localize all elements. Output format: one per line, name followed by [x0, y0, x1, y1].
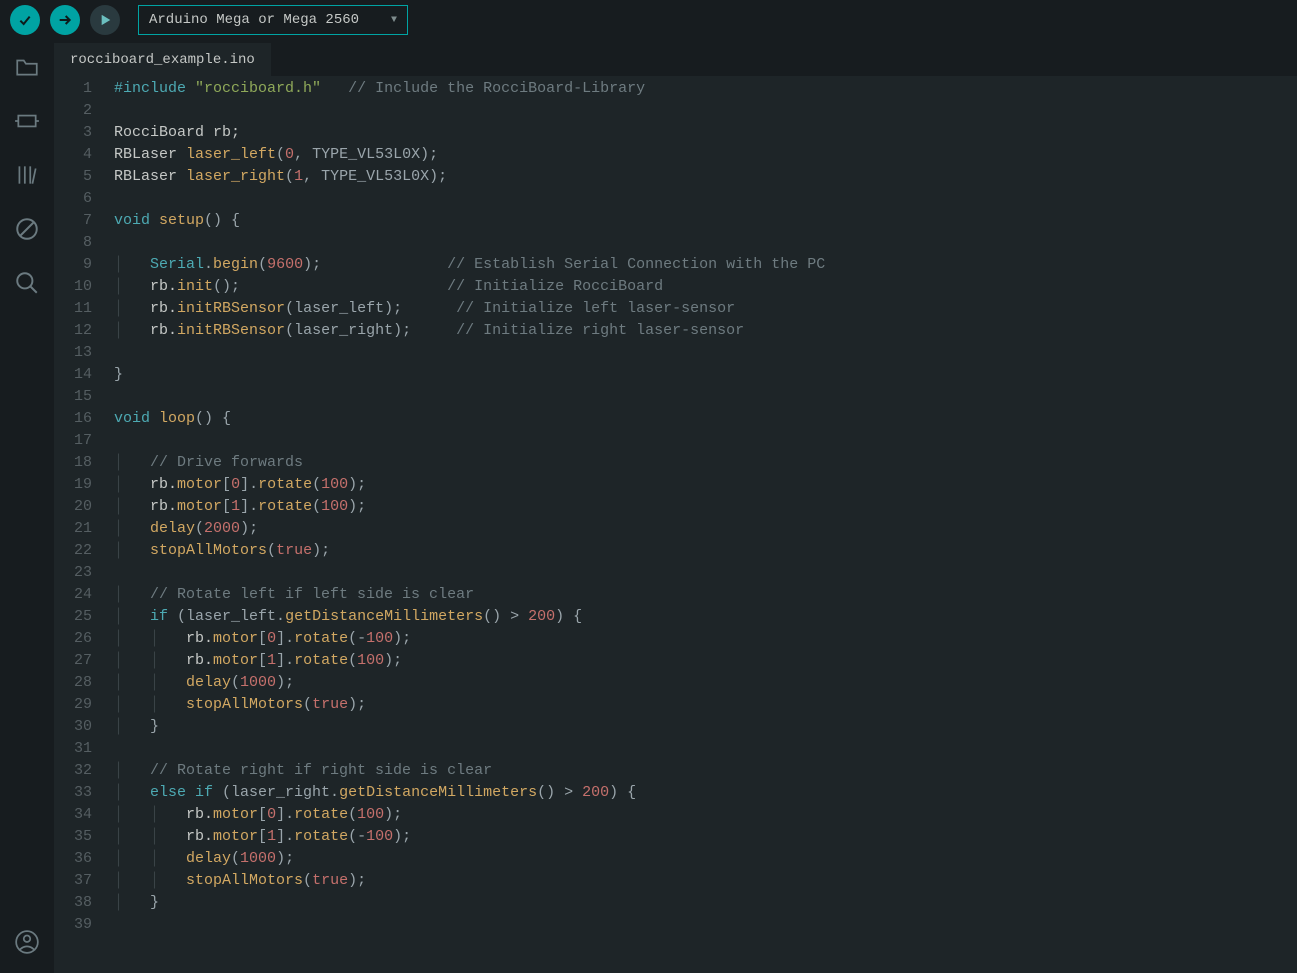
- code-line[interactable]: │ │ stopAllMotors(true);: [114, 870, 1297, 892]
- code-line[interactable]: RocciBoard rb;: [114, 122, 1297, 144]
- code-line[interactable]: [114, 914, 1297, 936]
- code-line[interactable]: │ │ delay(1000);: [114, 672, 1297, 694]
- code-line[interactable]: RBLaser laser_right(1, TYPE_VL53L0X);: [114, 166, 1297, 188]
- code-line[interactable]: │ │ rb.motor[1].rotate(100);: [114, 650, 1297, 672]
- code-line[interactable]: │ rb.init(); // Initialize RocciBoard: [114, 276, 1297, 298]
- code-line[interactable]: │ │ rb.motor[1].rotate(-100);: [114, 826, 1297, 848]
- code-line[interactable]: [114, 430, 1297, 452]
- code-content[interactable]: #include "rocciboard.h" // Include the R…: [114, 78, 1297, 973]
- code-line[interactable]: [114, 738, 1297, 760]
- code-line[interactable]: │ │ stopAllMotors(true);: [114, 694, 1297, 716]
- code-line[interactable]: │ rb.motor[1].rotate(100);: [114, 496, 1297, 518]
- code-line[interactable]: [114, 232, 1297, 254]
- code-line[interactable]: │ delay(2000);: [114, 518, 1297, 540]
- code-line[interactable]: │ │ rb.motor[0].rotate(-100);: [114, 628, 1297, 650]
- folder-icon[interactable]: [14, 54, 40, 80]
- code-line[interactable]: │ rb.motor[0].rotate(100);: [114, 474, 1297, 496]
- board-select[interactable]: Arduino Mega or Mega 2560 ▼: [138, 5, 408, 35]
- code-line[interactable]: }: [114, 364, 1297, 386]
- code-line[interactable]: [114, 342, 1297, 364]
- tab-bar: rocciboard_example.ino: [54, 40, 1297, 76]
- board-select-label: Arduino Mega or Mega 2560: [149, 12, 359, 28]
- code-line[interactable]: │ else if (laser_right.getDistanceMillim…: [114, 782, 1297, 804]
- code-line[interactable]: void setup() {: [114, 210, 1297, 232]
- code-line[interactable]: [114, 188, 1297, 210]
- verify-button[interactable]: [10, 5, 40, 35]
- code-line[interactable]: │ // Rotate right if right side is clear: [114, 760, 1297, 782]
- code-line[interactable]: │ // Drive forwards: [114, 452, 1297, 474]
- search-icon[interactable]: [14, 270, 40, 296]
- profile-icon[interactable]: [14, 929, 40, 955]
- toolbar: Arduino Mega or Mega 2560 ▼: [0, 0, 1297, 40]
- debug-button[interactable]: [90, 5, 120, 35]
- code-line[interactable]: #include "rocciboard.h" // Include the R…: [114, 78, 1297, 100]
- code-line[interactable]: │ }: [114, 716, 1297, 738]
- line-gutter: 1234567891011121314151617181920212223242…: [54, 78, 114, 973]
- upload-button[interactable]: [50, 5, 80, 35]
- code-line[interactable]: RBLaser laser_left(0, TYPE_VL53L0X);: [114, 144, 1297, 166]
- code-line[interactable]: [114, 100, 1297, 122]
- tab-file[interactable]: rocciboard_example.ino: [54, 43, 271, 76]
- disabled-icon[interactable]: [14, 216, 40, 242]
- code-line[interactable]: │ │ delay(1000);: [114, 848, 1297, 870]
- code-line[interactable]: │ rb.initRBSensor(laser_right); // Initi…: [114, 320, 1297, 342]
- code-line[interactable]: │ }: [114, 892, 1297, 914]
- code-line[interactable]: void loop() {: [114, 408, 1297, 430]
- code-line[interactable]: │ // Rotate left if left side is clear: [114, 584, 1297, 606]
- chevron-down-icon: ▼: [391, 15, 397, 26]
- code-line[interactable]: [114, 562, 1297, 584]
- code-line[interactable]: │ Serial.begin(9600); // Establish Seria…: [114, 254, 1297, 276]
- code-line[interactable]: │ │ rb.motor[0].rotate(100);: [114, 804, 1297, 826]
- code-line[interactable]: │ if (laser_left.getDistanceMillimeters(…: [114, 606, 1297, 628]
- boards-icon[interactable]: [14, 108, 40, 134]
- code-line[interactable]: │ stopAllMotors(true);: [114, 540, 1297, 562]
- code-line[interactable]: [114, 386, 1297, 408]
- library-icon[interactable]: [14, 162, 40, 188]
- sidebar: [0, 40, 54, 973]
- code-editor[interactable]: 1234567891011121314151617181920212223242…: [54, 76, 1297, 973]
- code-line[interactable]: │ rb.initRBSensor(laser_left); // Initia…: [114, 298, 1297, 320]
- tab-file-label: rocciboard_example.ino: [70, 52, 255, 68]
